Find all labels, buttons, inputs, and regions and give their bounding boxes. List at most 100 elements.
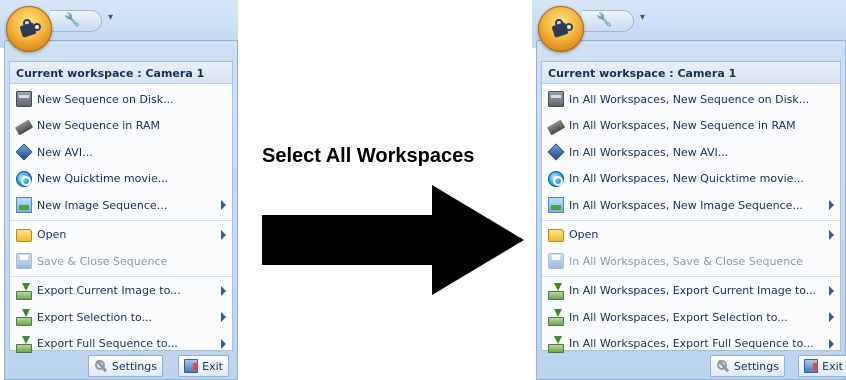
menu-item-label: In All Workspaces, Export Selection to..… xyxy=(569,310,788,324)
menu-item[interactable]: New Sequence in RAM xyxy=(10,113,232,139)
quick-access-dropdown-icon[interactable]: ▾ xyxy=(108,12,113,23)
submenu-arrow-icon[interactable] xyxy=(829,229,834,240)
right-application-menu-panel: 🔧 ▾ Current workspace : Camera 1 In All … xyxy=(532,0,846,380)
menu-item[interactable]: In All Workspaces, Export Full Sequence … xyxy=(542,331,840,357)
quick-access-toolbar[interactable]: 🔧 xyxy=(50,10,102,32)
folder-icon xyxy=(548,229,564,242)
ram-icon xyxy=(546,119,566,136)
menu-separator xyxy=(10,275,232,277)
exit-button[interactable]: Exit xyxy=(798,355,846,377)
application-menu-button[interactable] xyxy=(6,6,52,52)
menu-item[interactable]: Export Selection to... xyxy=(10,304,232,330)
hard-disk-icon xyxy=(16,91,32,107)
export-icon xyxy=(16,282,32,300)
menu-item[interactable]: Open xyxy=(542,222,840,248)
menu-item: In All Workspaces, Save & Close Sequence xyxy=(542,248,840,274)
exit-icon xyxy=(804,359,819,373)
menu-item-label: In All Workspaces, New AVI... xyxy=(569,145,729,159)
menu-item[interactable]: New Sequence on Disk... xyxy=(10,86,232,112)
settings-button[interactable]: Settings xyxy=(709,355,785,377)
camera-icon xyxy=(551,19,573,39)
menu-item-label: Open xyxy=(37,228,67,241)
export-icon xyxy=(16,335,32,353)
menu-item-label: In All Workspaces, New Sequence in RAM xyxy=(569,119,796,132)
settings-label: Settings xyxy=(111,359,157,373)
settings-label: Settings xyxy=(733,359,779,373)
menu-item-label: New Quicktime movie... xyxy=(37,172,169,185)
avi-icon xyxy=(547,143,565,161)
exit-label: Exit xyxy=(822,359,843,373)
menu-item-label: Export Selection to... xyxy=(37,310,153,324)
menu-item[interactable]: New Image Sequence... xyxy=(10,192,232,218)
avi-icon xyxy=(15,143,33,161)
submenu-arrow-icon[interactable] xyxy=(829,312,834,322)
export-icon xyxy=(548,335,564,353)
image-sequence-icon xyxy=(548,197,564,213)
menu-item-label: In All Workspaces, Export Current Image … xyxy=(569,284,817,297)
menu-item[interactable]: In All Workspaces, Export Selection to..… xyxy=(542,304,840,330)
menu-header: Current workspace : Camera 1 xyxy=(10,62,232,84)
menu-item[interactable]: In All Workspaces, Export Current Image … xyxy=(542,278,840,304)
menu-item-label: New Image Sequence... xyxy=(37,198,168,212)
menu-separator xyxy=(542,275,840,277)
folder-icon xyxy=(16,229,32,242)
quicktime-icon xyxy=(16,170,32,187)
menu-item[interactable]: Export Full Sequence to... xyxy=(10,331,232,357)
floppy-icon xyxy=(16,253,32,269)
menu-item[interactable]: In All Workspaces, New AVI... xyxy=(542,139,840,165)
menu-item-label: New Sequence in RAM xyxy=(37,119,160,132)
camera-icon xyxy=(19,19,41,39)
menu-item-label: In All Workspaces, Export Full Sequence … xyxy=(569,337,814,350)
application-menu-button[interactable] xyxy=(538,6,584,52)
menu-item: Save & Close Sequence xyxy=(10,248,232,274)
menu-item-label: Open xyxy=(569,228,599,241)
menu-item-label: In All Workspaces, New Quicktime movie..… xyxy=(569,172,804,185)
menu-item-label: New AVI... xyxy=(37,145,93,159)
menu-header: Current workspace : Camera 1 xyxy=(542,62,840,84)
export-icon xyxy=(16,309,32,326)
menu-item-label: New Sequence on Disk... xyxy=(37,92,174,106)
menu-item[interactable]: In All Workspaces, New Quicktime movie..… xyxy=(542,166,840,192)
wrench-icon[interactable]: 🔧 xyxy=(64,13,80,28)
menu-item[interactable]: In All Workspaces, New Sequence on Disk.… xyxy=(542,86,840,112)
submenu-arrow-icon[interactable] xyxy=(221,229,226,240)
application-menu: Current workspace : Camera 1 New Sequenc… xyxy=(4,40,238,380)
submenu-arrow-icon[interactable] xyxy=(829,285,834,296)
submenu-arrow-icon[interactable] xyxy=(829,338,834,349)
left-application-menu-panel: 🔧 ▾ Current workspace : Camera 1 New Seq… xyxy=(0,0,238,380)
submenu-arrow-icon[interactable] xyxy=(221,285,226,296)
menu-item-label: In All Workspaces, Save & Close Sequence xyxy=(569,254,803,268)
menu-item[interactable]: New Quicktime movie... xyxy=(10,166,232,192)
menu-item-label: Export Current Image to... xyxy=(37,284,181,297)
caption: Select All Workspaces xyxy=(262,145,475,167)
submenu-arrow-icon[interactable] xyxy=(221,200,226,210)
menu-separator xyxy=(542,219,840,221)
settings-button[interactable]: Settings xyxy=(87,355,163,377)
menu-item[interactable]: In All Workspaces, New Sequence in RAM xyxy=(542,113,840,139)
quick-access-dropdown-icon[interactable]: ▾ xyxy=(640,12,645,23)
menu-item[interactable]: In All Workspaces, New Image Sequence... xyxy=(542,192,840,218)
wrench-icon[interactable]: 🔧 xyxy=(596,13,612,28)
menu-item[interactable]: Open xyxy=(10,222,232,248)
menu-item-label: Save & Close Sequence xyxy=(37,254,168,268)
application-menu-items: Current workspace : Camera 1 New Sequenc… xyxy=(9,61,233,353)
exit-icon xyxy=(184,359,199,373)
submenu-arrow-icon[interactable] xyxy=(221,312,226,322)
quick-access-toolbar[interactable]: 🔧 xyxy=(582,10,634,32)
menu-item-label: Export Full Sequence to... xyxy=(37,337,178,350)
wrench-icon xyxy=(94,359,108,373)
application-menu: Current workspace : Camera 1 In All Work… xyxy=(536,40,846,380)
application-menu-items: Current workspace : Camera 1 In All Work… xyxy=(541,61,841,353)
exit-button[interactable]: Exit xyxy=(178,355,229,377)
menu-item[interactable]: New AVI... xyxy=(10,139,232,165)
submenu-arrow-icon[interactable] xyxy=(829,200,834,210)
menu-separator xyxy=(10,219,232,221)
hard-disk-icon xyxy=(548,91,564,107)
export-icon xyxy=(548,309,564,326)
menu-item-label: In All Workspaces, New Image Sequence... xyxy=(569,198,803,212)
quicktime-icon xyxy=(548,170,564,187)
menu-item[interactable]: Export Current Image to... xyxy=(10,278,232,304)
submenu-arrow-icon[interactable] xyxy=(221,338,226,349)
exit-label: Exit xyxy=(202,359,223,373)
export-icon xyxy=(548,282,564,300)
